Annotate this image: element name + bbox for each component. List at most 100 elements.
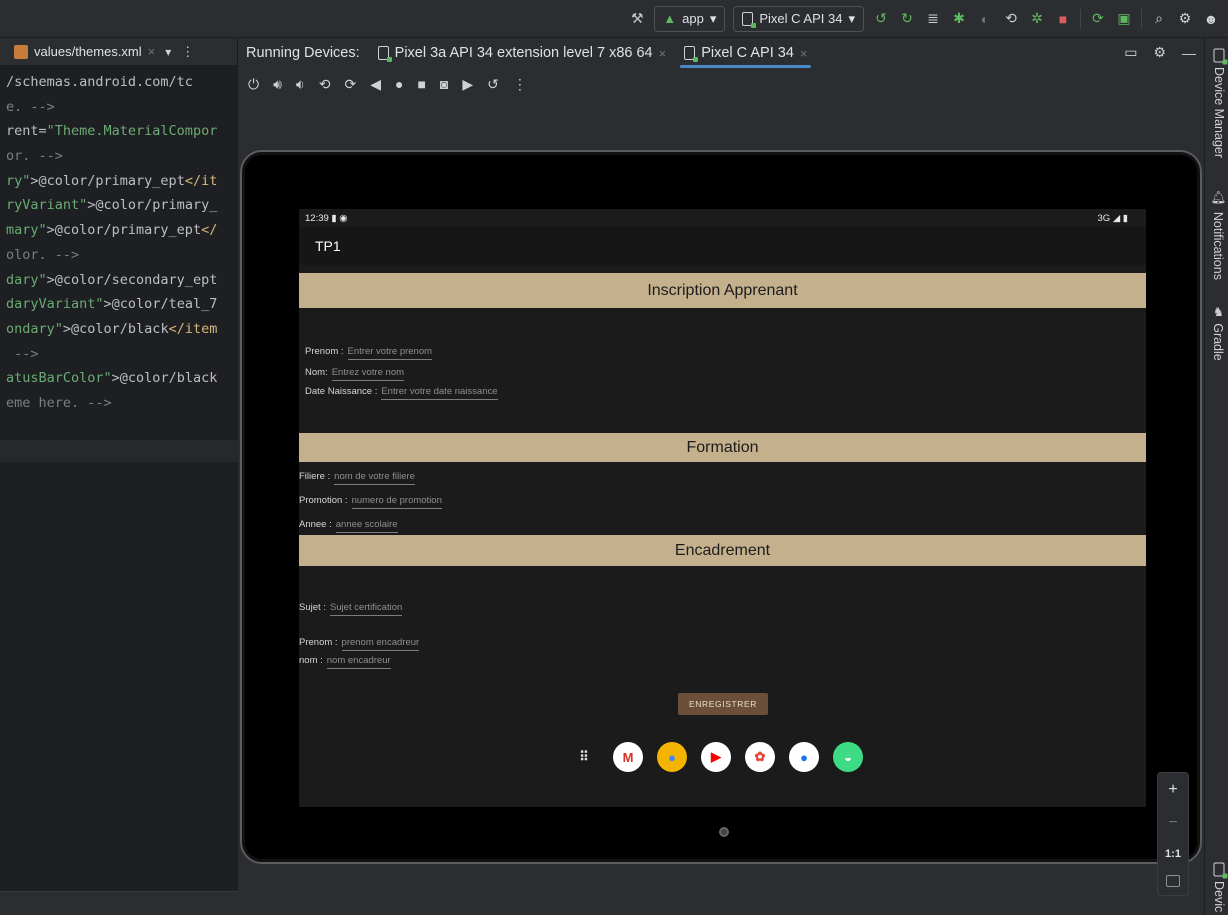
section-inscription-title: Inscription Apprenant xyxy=(647,281,798,299)
app-dock: ⠿ M ● ▶ ✿ ● ◒ xyxy=(569,742,863,772)
code-line[interactable]: or. --> xyxy=(6,144,237,169)
code-line[interactable]: olor. --> xyxy=(6,243,237,268)
device-manager-tool[interactable]: Device Manager xyxy=(1212,48,1226,158)
youtube-icon[interactable]: ▶ xyxy=(701,742,731,772)
logcat-icon[interactable]: ≣ xyxy=(924,10,942,28)
photos-icon[interactable]: ✿ xyxy=(745,742,775,772)
code-line[interactable]: ry">@color/primary_ept</it xyxy=(6,169,237,194)
messages-icon[interactable]: ● xyxy=(789,742,819,772)
screenshot-icon[interactable]: ◙ xyxy=(440,76,448,92)
promotion-input[interactable]: numero de promotion xyxy=(351,495,442,509)
code-content[interactable]: /schemas.android.com/tc e. --> rent="Theme… xyxy=(0,66,237,416)
filiere-input[interactable]: nom de votre filiere xyxy=(334,471,415,485)
sync-icon[interactable]: ⟳ xyxy=(1089,10,1107,28)
gmail-icon[interactable]: M xyxy=(613,742,643,772)
status-signal: 3G ◢ ▮ xyxy=(1097,212,1129,224)
encadreur-nom-input[interactable]: nom encadreur xyxy=(326,655,391,669)
code-token: /schemas.android.com/tc xyxy=(6,74,193,90)
screen-record-icon[interactable]: ▶ xyxy=(462,76,473,93)
settings-icon[interactable]: ⚙ xyxy=(1176,10,1194,28)
prenom-input[interactable]: Entrer votre prenom xyxy=(347,346,433,360)
debug-icon[interactable]: ✱ xyxy=(950,10,968,28)
code-line[interactable]: /schemas.android.com/tc xyxy=(6,70,237,95)
volume-up-icon[interactable]: 🔊︎ xyxy=(273,76,282,93)
editor-tab-themes-xml[interactable]: values/themes.xml × xyxy=(14,44,155,59)
zoom-in-button[interactable]: + xyxy=(1168,781,1177,799)
more-icon[interactable]: ⋮ xyxy=(181,44,194,60)
encadreur-nom-field: nom : nom encadreur xyxy=(299,655,391,669)
rotate-right-icon[interactable]: ⟳ xyxy=(344,76,356,93)
annee-label: Annee : xyxy=(299,519,332,530)
maximize-icon[interactable]: ▭ xyxy=(1124,44,1137,61)
device-tab-pixel-c[interactable]: Pixel C API 34 × xyxy=(680,38,812,68)
home-icon[interactable]: ● xyxy=(395,76,403,92)
apply-changes-icon[interactable]: ↺ xyxy=(872,10,890,28)
code-line[interactable]: mary">@color/primary_ept</ xyxy=(6,218,237,243)
close-icon[interactable]: × xyxy=(659,46,667,61)
running-devices-header: Running Devices: Pixel 3a API 34 extensi… xyxy=(238,38,1204,68)
sujet-input[interactable]: Sujet certification xyxy=(329,602,403,616)
date-naissance-input[interactable]: Entrer votre date naissance xyxy=(381,386,498,400)
code-line[interactable]: dary">@color/secondary_ept xyxy=(6,268,237,293)
search-icon[interactable]: ⌕ xyxy=(1150,10,1168,28)
nom-field: Nom: Entrez votre nom xyxy=(305,367,405,381)
device-tab-pixel-3a[interactable]: Pixel 3a API 34 extension level 7 x86 64… xyxy=(377,38,667,68)
code-line[interactable]: rent="Theme.MaterialCompor xyxy=(6,119,237,144)
code-token: </ xyxy=(201,222,218,239)
attach-icon[interactable]: ⟲ xyxy=(1002,10,1020,28)
account-icon[interactable]: ☻ xyxy=(1202,10,1220,28)
profiler-icon[interactable]: ◐ xyxy=(976,10,994,28)
code-token: >@color/black xyxy=(62,320,169,337)
rotate-left-icon[interactable]: ⟲ xyxy=(319,76,331,93)
zoom-actual-size-button[interactable]: 1:1 xyxy=(1165,848,1181,860)
code-line[interactable]: e. --> xyxy=(6,95,237,120)
code-line[interactable]: --> xyxy=(6,342,237,367)
power-icon[interactable]: ⏻ xyxy=(248,76,259,93)
hammer-icon[interactable]: ⚒ xyxy=(628,10,646,28)
notifications-tool[interactable]: 🔔︎ Notifications xyxy=(1211,190,1227,280)
enregistrer-button[interactable]: ENREGISTRER xyxy=(678,693,768,715)
chevron-down-icon[interactable]: ▾ xyxy=(165,45,171,59)
section-formation-title: Formation xyxy=(686,438,759,456)
code-line[interactable]: eme here. --> xyxy=(6,391,237,416)
back-icon[interactable]: ◀ xyxy=(370,76,381,93)
run-config-label: app xyxy=(682,11,704,26)
device-selector[interactable]: Pixel C API 34 ▾ xyxy=(733,5,864,32)
volume-down-icon[interactable]: 🔉︎ xyxy=(296,76,305,93)
annee-input[interactable]: annee scolaire xyxy=(335,519,398,533)
code-editor[interactable]: values/themes.xml × ▾ ⋮ /schemas.android… xyxy=(0,38,238,915)
device-manager-icon[interactable]: ▣ xyxy=(1115,10,1133,28)
nom-input[interactable]: Entrez votre nom xyxy=(331,367,405,381)
android-icon[interactable]: ◒ xyxy=(833,742,863,772)
stop-icon[interactable]: ■ xyxy=(1054,10,1072,28)
overview-icon[interactable]: ■ xyxy=(417,76,425,92)
close-icon[interactable]: × xyxy=(800,46,808,61)
close-icon[interactable]: × xyxy=(148,44,156,59)
more-icon[interactable]: ⋮ xyxy=(513,76,527,93)
code-line[interactable]: ryVariant">@color/primary_ xyxy=(6,193,237,218)
app-drawer-icon[interactable]: ⠿ xyxy=(569,742,599,772)
apply-code-changes-icon[interactable]: ↻ xyxy=(898,10,916,28)
zoom-out-button[interactable]: − xyxy=(1168,814,1177,832)
reset-icon[interactable]: ↺ xyxy=(487,76,499,93)
code-line[interactable]: ondary">@color/black</item xyxy=(6,317,237,342)
code-token: "Theme.MaterialCompor xyxy=(46,123,218,140)
code-token: ryVariant" xyxy=(6,197,88,214)
device-icon xyxy=(684,46,699,62)
section-formation: Formation xyxy=(299,433,1146,462)
settings-icon[interactable]: ⚙ xyxy=(1153,44,1166,61)
chrome-icon[interactable]: ● xyxy=(657,742,687,772)
code-line[interactable]: atusBarColor">@color/black xyxy=(6,366,237,391)
device-icon xyxy=(377,46,392,62)
minimize-icon[interactable]: — xyxy=(1182,45,1196,61)
device-tool-bottom[interactable]: Devic xyxy=(1212,862,1226,912)
gradle-tool[interactable]: ♞ Gradle xyxy=(1211,305,1226,361)
bug-icon[interactable]: ✲ xyxy=(1028,10,1046,28)
encadreur-prenom-input[interactable]: prenom encadreur xyxy=(341,637,420,651)
notifications-label: Notifications xyxy=(1211,211,1226,280)
zoom-fit-icon[interactable] xyxy=(1166,875,1180,888)
device-screen[interactable]: 12:39 ▮ ◉ 3G ◢ ▮ TP1 Inscription Apprena… xyxy=(299,209,1146,807)
run-config-selector[interactable]: ▲ app ▾ xyxy=(654,5,726,32)
editor-tab-bar: values/themes.xml × ▾ ⋮ xyxy=(0,38,237,66)
code-line[interactable]: daryVariant">@color/teal_7 xyxy=(6,292,237,317)
